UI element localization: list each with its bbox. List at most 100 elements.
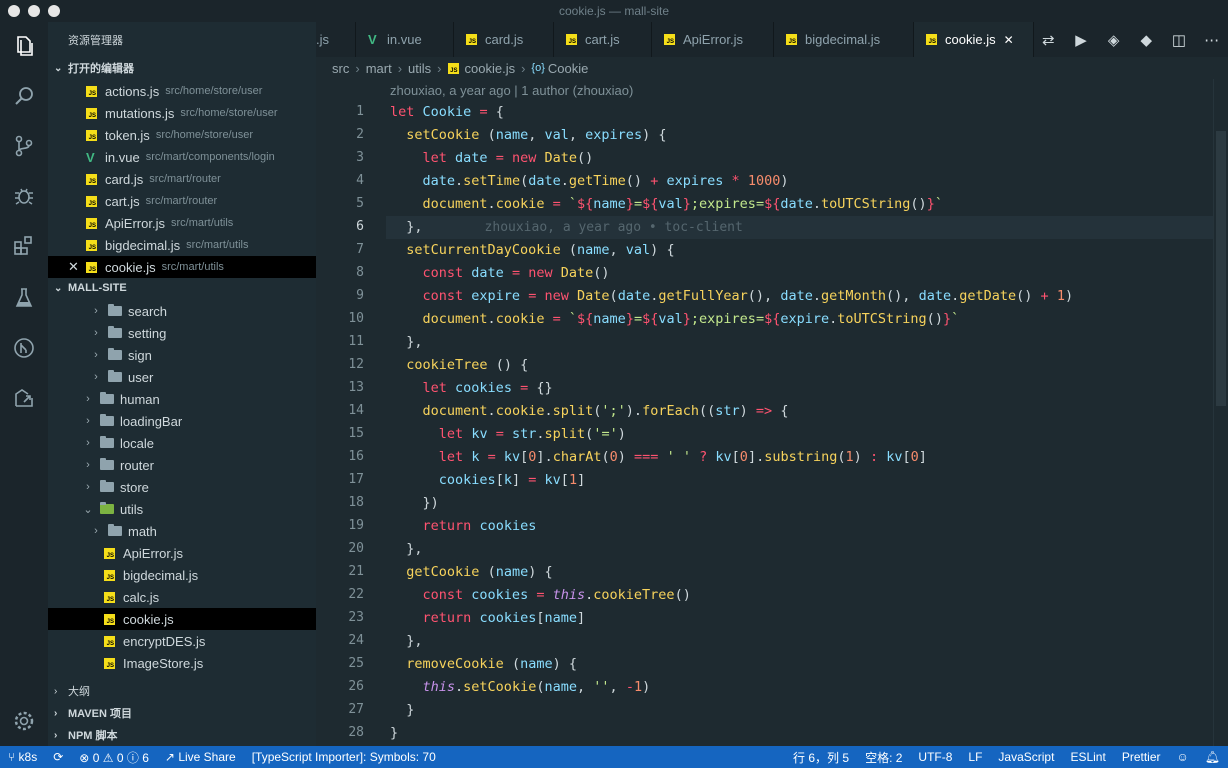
code-editor[interactable]: zhouxiao, a year ago | 1 author (zhouxia…	[316, 79, 1228, 746]
line-number: 5	[356, 196, 364, 211]
indentation-status[interactable]: 空格: 2	[865, 749, 902, 766]
code-line: }	[406, 702, 415, 718]
project-header[interactable]: ⌄ MALL-SITE	[48, 277, 316, 299]
close-icon[interactable]: ✕	[68, 259, 82, 275]
code-line: },	[406, 334, 423, 350]
breadcrumb-src[interactable]: src	[332, 61, 349, 76]
code-line: let Cookie = {	[390, 104, 504, 120]
editor-tab[interactable]: JS cookie.js ✕	[914, 22, 1034, 57]
tree-item[interactable]: › setting	[48, 322, 316, 344]
editor-scrollbar[interactable]	[1213, 79, 1228, 746]
breadcrumb-file[interactable]: cookie.js	[465, 61, 516, 76]
tree-item[interactable]: JS cookie.js	[48, 608, 316, 630]
language-mode[interactable]: JavaScript	[998, 750, 1054, 764]
tree-item[interactable]: › router	[48, 454, 316, 476]
open-editor-item[interactable]: JS ApiError.js src/mart/utils	[48, 212, 316, 234]
encoding-status[interactable]: UTF-8	[918, 750, 952, 764]
code-line: return cookies	[422, 518, 537, 534]
tree-item[interactable]: › locale	[48, 432, 316, 454]
tree-item[interactable]: ⌄ utils	[48, 498, 316, 520]
tree-item[interactable]: › human	[48, 388, 316, 410]
open-editor-item[interactable]: JS token.js src/home/store/user	[48, 124, 316, 146]
editor-tab[interactable]: .js	[316, 22, 356, 57]
breadcrumb-utils[interactable]: utils	[408, 61, 431, 76]
tree-item[interactable]: › math	[48, 520, 316, 542]
tree-item[interactable]: › search	[48, 300, 316, 322]
npm-scripts-header[interactable]: › NPM 脚本	[48, 724, 316, 746]
tree-item-label: sign	[128, 347, 152, 363]
tree-item[interactable]: › user	[48, 366, 316, 388]
git-commit-icon[interactable]: ◆	[1136, 31, 1156, 49]
editor-tab[interactable]: Vin.vue	[356, 22, 454, 57]
open-editor-item[interactable]: JS card.js src/mart/router	[48, 168, 316, 190]
flask-icon[interactable]	[10, 284, 38, 312]
blame-header[interactable]: zhouxiao, a year ago | 1 author (zhouxia…	[390, 83, 633, 98]
files-icon[interactable]	[10, 32, 38, 60]
tree-item[interactable]: JS calc.js	[48, 586, 316, 608]
problems-status[interactable]: ⊗ 0 ⚠ 0 ⓘ 6	[79, 749, 149, 766]
open-editors-header[interactable]: ⌄ 打开的编辑器	[48, 57, 316, 79]
settings-gear-icon[interactable]	[10, 707, 38, 735]
eol-status[interactable]: LF	[968, 750, 982, 764]
folder-icon	[108, 370, 122, 382]
breadcrumb-mart[interactable]: mart	[366, 61, 392, 76]
live-share-button[interactable]: ↗ Live Share	[165, 750, 236, 764]
debug-icon[interactable]	[10, 182, 38, 210]
cursor-position[interactable]: 行 6，列 5	[793, 749, 849, 766]
tree-item[interactable]: JS encryptDES.js	[48, 630, 316, 652]
prettier-status[interactable]: Prettier	[1122, 750, 1161, 764]
sync-icon[interactable]: ⟳	[53, 750, 63, 764]
scrollbar-thumb[interactable]	[1216, 131, 1226, 406]
open-editor-item[interactable]: Vin.vue src/mart/components/login	[48, 146, 316, 168]
branch-status[interactable]: ⑂ k8s	[8, 750, 37, 764]
editor-tab[interactable]: JS card.js	[454, 22, 554, 57]
tree-item[interactable]: › store	[48, 476, 316, 498]
line-number: 11	[348, 334, 364, 349]
editor-tab[interactable]: JS ApiError.js	[652, 22, 774, 57]
chevron-right-icon: ›	[54, 685, 58, 697]
split-editor-icon[interactable]: ◫	[1169, 31, 1189, 49]
open-editor-item[interactable]: JS cart.js src/mart/router	[48, 190, 316, 212]
source-control-icon[interactable]	[10, 132, 38, 160]
feedback-smiley-icon[interactable]: ☺	[1177, 750, 1189, 764]
more-actions-icon[interactable]: ⋯	[1202, 31, 1222, 49]
run-icon[interactable]: ▶	[1071, 31, 1091, 49]
editor-actions: ⇄ ▶ ◈ ◆ ◫ ⋯	[1032, 22, 1228, 57]
line-number: 17	[348, 472, 364, 487]
ts-importer-status[interactable]: [TypeScript Importer]: Symbols: 70	[252, 750, 436, 764]
folder-icon	[108, 326, 122, 338]
code-line: return cookies[name]	[422, 610, 586, 626]
code-line: cookieTree () {	[406, 357, 529, 373]
editor-tab[interactable]: JS bigdecimal.js	[774, 22, 914, 57]
search-icon[interactable]	[10, 82, 38, 110]
notifications-bell-icon[interactable]: 🔔︎	[1205, 750, 1220, 764]
open-editor-item[interactable]: JS actions.js src/home/store/user	[48, 80, 316, 102]
open-editor-item[interactable]: ✕ JS cookie.js src/mart/utils	[48, 256, 316, 278]
git-icon[interactable]	[10, 334, 38, 362]
open-editor-item[interactable]: JS mutations.js src/home/store/user	[48, 102, 316, 124]
remote-icon[interactable]	[10, 384, 38, 412]
maven-header[interactable]: › MAVEN 项目	[48, 702, 316, 724]
tree-item[interactable]: JS ImageStore.js	[48, 652, 316, 674]
tree-item[interactable]: JS ApiError.js	[48, 542, 316, 564]
code-line: },	[406, 541, 423, 557]
outline-header[interactable]: › 大纲	[48, 680, 316, 702]
eslint-status[interactable]: ESLint	[1070, 750, 1105, 764]
line-number: 9	[356, 288, 364, 303]
tree-item[interactable]: › loadingBar	[48, 410, 316, 432]
js-file-icon: JS	[664, 34, 675, 45]
breadcrumb-symbol[interactable]: Cookie	[548, 61, 588, 76]
explorer-sidebar: 资源管理器 ⌄ 打开的编辑器 JS actions.js src/home/stor…	[48, 22, 316, 746]
editor-tab[interactable]: JS cart.js	[554, 22, 652, 57]
open-editor-item[interactable]: JS bigdecimal.js src/mart/utils	[48, 234, 316, 256]
tree-item[interactable]: › sign	[48, 344, 316, 366]
chevron-right-icon: ›	[86, 415, 90, 427]
open-changes-icon[interactable]: ◈	[1104, 31, 1124, 49]
folder-icon	[100, 414, 114, 426]
close-tab-icon[interactable]: ✕	[1004, 33, 1014, 47]
code-line: let k = kv[0].charAt(0) === ' ' ? kv[0].…	[438, 449, 927, 465]
extensions-icon[interactable]	[10, 232, 38, 260]
compare-icon[interactable]: ⇄	[1038, 31, 1058, 49]
tree-item[interactable]: JS bigdecimal.js	[48, 564, 316, 586]
code-line: removeCookie (name) {	[406, 656, 578, 672]
